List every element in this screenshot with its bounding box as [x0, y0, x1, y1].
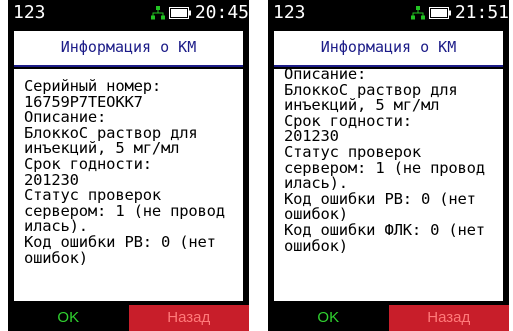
- status-bar: 123 21:51: [268, 0, 509, 26]
- back-button[interactable]: Назад: [128, 305, 249, 331]
- battery-icon: [428, 7, 451, 19]
- clock: 20:45: [194, 2, 249, 23]
- info-panel[interactable]: Серийный номер: 16759P7TEOKK7 Описание: …: [14, 69, 243, 301]
- signal-label: 123: [273, 2, 306, 23]
- page-title: Информация о КМ: [60, 38, 197, 56]
- title-bar: Информация о КМ: [14, 31, 243, 67]
- network-icon: [410, 6, 425, 20]
- softkey-bar: OK Назад: [268, 305, 509, 331]
- device-screen-left: 123 20:45 Информация о КМ Серийный номер…: [8, 0, 249, 331]
- title-bar: Информация о КМ: [274, 31, 503, 67]
- clock: 21:51: [454, 2, 509, 23]
- info-panel[interactable]: Описание: БлоккоС раствор для инъекций, …: [274, 69, 503, 301]
- device-screen-right: 123 21:51 Информация о КМ Описание: Блок…: [268, 0, 509, 331]
- info-text: Описание: БлоккоС раствор для инъекций, …: [274, 69, 503, 254]
- back-button[interactable]: Назад: [388, 305, 509, 331]
- ok-button[interactable]: OK: [268, 305, 389, 331]
- softkey-bar: OK Назад: [8, 305, 249, 331]
- info-line: ошибок): [24, 248, 88, 267]
- network-icon: [150, 6, 165, 20]
- info-line: ошибок): [284, 236, 348, 255]
- battery-icon: [168, 7, 191, 19]
- ok-button[interactable]: OK: [8, 305, 129, 331]
- status-bar: 123 20:45: [8, 0, 249, 26]
- signal-label: 123: [13, 2, 46, 23]
- page-title: Информация о КМ: [320, 38, 457, 56]
- info-text: Серийный номер: 16759P7TEOKK7 Описание: …: [14, 69, 243, 266]
